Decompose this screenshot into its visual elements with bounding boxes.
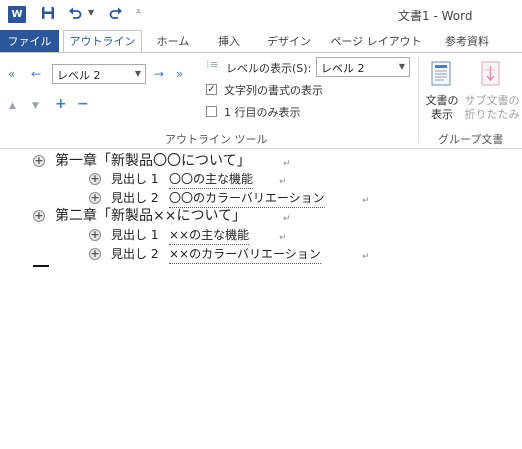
show-text-formatting-checkbox[interactable]: ✓ [206, 84, 217, 95]
paragraph-mark: ↵ [283, 214, 291, 224]
collapse-subdocuments-label-2: 折りたたみ [464, 108, 520, 121]
collapse-subdocuments-icon [478, 60, 504, 92]
group-divider [418, 57, 419, 142]
expand-plus-icon[interactable]: + [33, 155, 45, 167]
show-level-icon: ⁝≡ [206, 58, 219, 71]
tab-design[interactable]: デザイン [260, 30, 318, 53]
show-level-select[interactable]: レベル 2 ▼ [316, 57, 410, 77]
paragraph-mark: ↵ [362, 196, 370, 206]
style-prefix: 見出し 1 [111, 228, 159, 242]
move-up-icon[interactable]: ▲ [9, 99, 16, 113]
tab-home[interactable]: ホーム [148, 30, 198, 53]
end-of-document-marker [33, 265, 49, 267]
ribbon-tab-bar: ファイル アウトライン ホーム 挿入 デザイン ページ レイアウト 参考資料 [0, 30, 522, 53]
show-document-label-2: 表示 [431, 108, 453, 121]
expand-plus-icon[interactable]: + [89, 192, 101, 204]
style-prefix: 見出し 1 [111, 172, 159, 186]
document-area[interactable]: + 第一章「新製品〇〇について」 ↵ + 見出し 1 〇〇の主な機能 ↵ + 見… [0, 149, 522, 449]
window-title: 文書1 - Word [398, 9, 473, 23]
outline-level-value: レベル 2 [57, 69, 101, 82]
demote-to-body-icon[interactable]: » [176, 67, 183, 81]
ribbon: « ← レベル 2 ▼ → » ▲ ▼ + − ⁝≡ レベルの表示(S): レベ… [0, 53, 522, 149]
undo-icon[interactable] [65, 5, 85, 25]
collapse-icon[interactable]: − [77, 97, 89, 111]
promote-to-heading1-icon[interactable]: « [8, 67, 15, 81]
master-document-caption: グループ文書 [438, 133, 504, 146]
redo-icon[interactable] [106, 5, 126, 25]
expand-plus-icon[interactable]: + [89, 173, 101, 185]
style-prefix: 見出し 2 [111, 247, 159, 261]
collapse-subdocuments-button[interactable]: サブ文書の 折りたたみ [464, 57, 520, 127]
move-down-icon[interactable]: ▼ [32, 99, 39, 113]
show-level-label: レベルの表示(S): [226, 62, 312, 75]
show-first-line-only-checkbox[interactable] [206, 106, 217, 117]
show-level-value: レベル 2 [321, 62, 365, 75]
heading-text: ××の主な機能 [169, 226, 250, 245]
tab-page-layout[interactable]: ページ レイアウト [328, 30, 424, 53]
heading-text: 第一章「新製品〇〇について」 [55, 153, 251, 169]
outline-level-select[interactable]: レベル 2 ▼ [52, 64, 146, 84]
collapse-subdocuments-label: サブ文書の [464, 94, 520, 107]
show-document-button[interactable]: 文書の 表示 [420, 57, 464, 127]
chevron-down-icon: ▼ [398, 62, 405, 71]
word-logo-icon[interactable]: W [8, 6, 26, 23]
heading-text: ××のカラーバリエーション [169, 245, 321, 264]
tab-outline[interactable]: アウトライン [63, 30, 142, 53]
customize-qat-icon[interactable]: ⩡ [136, 7, 141, 17]
show-first-line-only-label: 1 行目のみ表示 [224, 106, 301, 119]
title-bar: W ▼ ⩡ 文書1 - Word [0, 0, 522, 30]
paragraph-mark: ↵ [283, 159, 291, 169]
style-prefix: 見出し 2 [111, 191, 159, 205]
promote-icon[interactable]: ← [31, 67, 41, 81]
save-icon[interactable] [38, 5, 58, 25]
outline-tools-caption: アウトライン ツール [165, 133, 268, 146]
expand-plus-icon[interactable]: + [89, 248, 101, 260]
expand-icon[interactable]: + [55, 97, 67, 111]
tab-insert[interactable]: 挿入 [206, 30, 252, 53]
show-document-label: 文書の [425, 94, 459, 107]
heading-text: 〇〇の主な機能 [169, 170, 254, 189]
demote-icon[interactable]: → [154, 67, 164, 81]
show-document-icon [429, 60, 455, 92]
paragraph-mark: ↵ [362, 252, 370, 262]
expand-plus-icon[interactable]: + [89, 229, 101, 241]
chevron-down-icon: ▼ [134, 69, 141, 78]
tab-references[interactable]: 参考資料 [436, 30, 498, 53]
undo-dropdown-icon[interactable]: ▼ [88, 8, 94, 17]
expand-plus-icon[interactable]: + [33, 210, 45, 222]
heading-text: 〇〇のカラーバリエーション [169, 189, 325, 208]
heading-text: 第二章「新製品××について」 [55, 208, 247, 224]
tab-file[interactable]: ファイル [0, 30, 59, 53]
show-text-formatting-label: 文字列の書式の表示 [224, 84, 323, 97]
